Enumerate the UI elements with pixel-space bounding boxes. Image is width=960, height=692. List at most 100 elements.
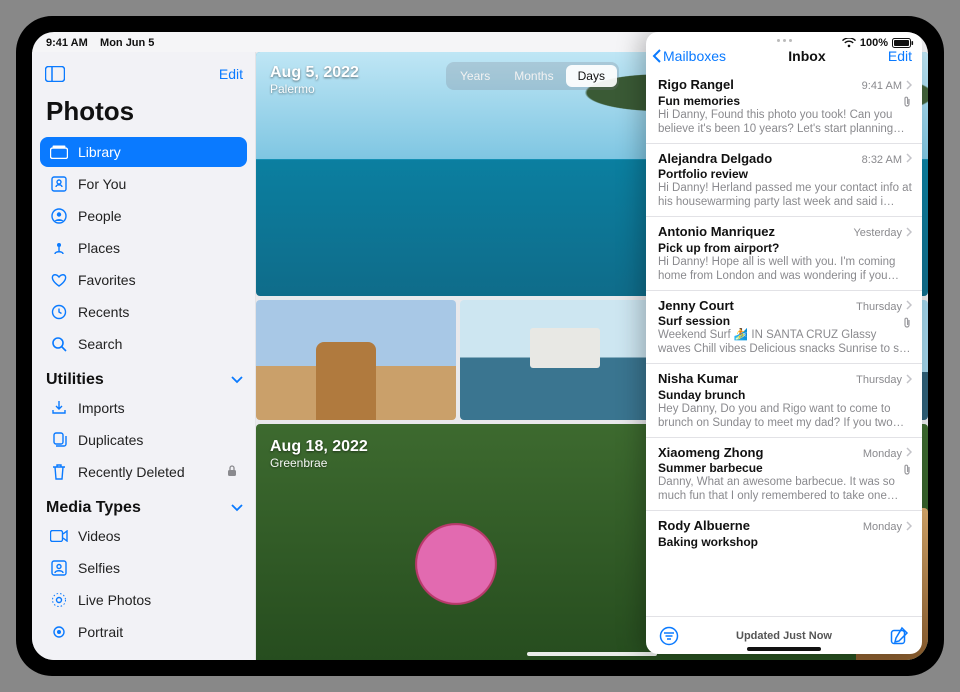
mail-subject: Baking workshop (658, 535, 912, 549)
mail-message[interactable]: Antonio Manriquez YesterdayPick up from a… (646, 216, 922, 290)
sidebar-item-label: People (78, 208, 122, 224)
ipad-frame: 9:41 AM Mon Jun 5 100% (16, 16, 944, 676)
sidebar-item-recently-deleted[interactable]: Recently Deleted (40, 457, 247, 487)
group-header: Aug 5, 2022 Palermo (256, 64, 359, 96)
mail-message[interactable]: Alejandra Delgado8:32 AMPortfolio review… (646, 143, 922, 217)
sidebar-item-label: Search (78, 336, 122, 352)
chevron-right-icon (906, 447, 912, 460)
sidebar-edit-button[interactable]: Edit (219, 66, 243, 82)
mail-subject: Sunday brunch (658, 388, 912, 402)
sidebar-item-selfies[interactable]: Selfies (40, 553, 247, 583)
sidebar-item-search[interactable]: Search (40, 329, 247, 359)
clock-icon (50, 303, 68, 321)
mail-from: Rody Albuerne (658, 518, 750, 533)
status-date: Mon Jun 5 (100, 37, 154, 49)
mail-subject: Portfolio review (658, 167, 912, 181)
attachment-icon (902, 317, 912, 332)
sidebar-item-imports[interactable]: Imports (40, 393, 247, 423)
sidebar-item-label: Portrait (78, 624, 123, 640)
mediatypes-header[interactable]: Media Types (32, 489, 255, 521)
people-icon (50, 207, 68, 225)
sidebar: Edit Photos Library For You People (32, 52, 256, 660)
utilities-header[interactable]: Utilities (32, 361, 255, 393)
mail-message[interactable]: Jenny CourtThursdaySurf sessionWeekend S… (646, 290, 922, 364)
library-icon (50, 143, 68, 161)
sidebar-title: Photos (32, 90, 255, 137)
compose-button[interactable] (888, 625, 910, 647)
mail-message[interactable]: Xiaomeng ZhongMondaySummer barbecueDanny… (646, 437, 922, 511)
group-location: Greenbrae (270, 456, 368, 470)
sidebar-item-people[interactable]: People (40, 201, 247, 231)
sidebar-item-label: Recently Deleted (78, 464, 185, 480)
home-indicator[interactable] (527, 652, 657, 656)
sidebar-item-duplicates[interactable]: Duplicates (40, 425, 247, 455)
search-icon (50, 335, 68, 353)
mail-subject: Summer barbecue (658, 461, 912, 475)
sidebar-item-label: Selfies (78, 560, 120, 576)
duplicate-icon (50, 431, 68, 449)
sidebar-item-for-you[interactable]: For You (40, 169, 247, 199)
attachment-icon (902, 464, 912, 479)
scope-months[interactable]: Months (502, 65, 565, 87)
mail-preview: Hey Danny, Do you and Rigo want to come … (658, 402, 912, 430)
mail-message[interactable]: Nisha KumarThursdaySunday brunchHey Dann… (646, 363, 922, 437)
sidebar-item-label: Places (78, 240, 120, 256)
mail-subject: Surf session (658, 314, 912, 328)
mail-preview: Danny, What an awesome barbecue. It was … (658, 475, 912, 503)
mail-from: Jenny Court (658, 298, 734, 313)
live-photo-icon (50, 591, 68, 609)
mail-from: Nisha Kumar (658, 371, 738, 386)
photo-tile[interactable] (460, 300, 660, 420)
sidebar-item-label: Imports (78, 400, 125, 416)
sidebar-main-list: Library For You People Places (32, 137, 255, 361)
mail-message[interactable]: Rody AlbuerneMondayBaking workshop (646, 510, 922, 556)
sidebar-item-library[interactable]: Library (40, 137, 247, 167)
sidebar-item-places[interactable]: Places (40, 233, 247, 263)
sidebar-item-live-photos[interactable]: Live Photos (40, 585, 247, 615)
for-you-icon (50, 175, 68, 193)
chevron-right-icon (906, 153, 912, 166)
selfie-icon (50, 559, 68, 577)
mail-from: Xiaomeng Zhong (658, 445, 763, 460)
group-header: Aug 18, 2022 Greenbrae (256, 438, 368, 470)
places-icon (50, 239, 68, 257)
scope-days[interactable]: Days (566, 65, 617, 87)
mail-message[interactable]: Rigo Rangel9:41 AMFun memoriesHi Danny, … (646, 70, 922, 143)
import-icon (50, 399, 68, 417)
scope-segmented-control[interactable]: Years Months Days (446, 62, 619, 90)
mail-preview: Hi Danny! Hope all is well with you. I'm… (658, 255, 912, 283)
chevron-right-icon (906, 80, 912, 93)
chevron-right-icon (906, 521, 912, 534)
lock-icon (227, 464, 237, 480)
status-right: 100% (842, 37, 914, 49)
mail-subject: Fun memories (658, 94, 912, 108)
mail-subject: Pick up from airport? (658, 241, 912, 255)
attachment-icon (902, 96, 912, 111)
sidebar-item-recents[interactable]: Recents (40, 297, 247, 327)
slideover-home-indicator[interactable] (747, 647, 821, 651)
scope-years[interactable]: Years (448, 65, 502, 87)
sidebar-toggle-button[interactable] (42, 62, 68, 86)
mail-preview: Weekend Surf 🏄 IN SANTA CRUZ Glassy wave… (658, 328, 912, 356)
mail-time: Yesterday (853, 227, 912, 240)
group-location: Palermo (270, 82, 359, 96)
mail-from: Antonio Manriquez (658, 224, 775, 239)
mail-message-list[interactable]: Rigo Rangel9:41 AMFun memoriesHi Danny, … (646, 70, 922, 616)
photo-tile[interactable] (256, 300, 456, 420)
mail-time: 8:32 AM (862, 153, 912, 166)
chevron-right-icon (906, 300, 912, 313)
mail-slideover[interactable]: Mailboxes Inbox Edit Rigo Rangel9:41 AMF… (646, 32, 922, 654)
video-icon (50, 527, 68, 545)
chevron-down-icon (231, 499, 243, 517)
sidebar-item-portrait[interactable]: Portrait (40, 617, 247, 647)
sidebar-item-label: For You (78, 176, 126, 192)
filter-button[interactable] (658, 625, 680, 647)
chevron-right-icon (906, 374, 912, 387)
sidebar-item-videos[interactable]: Videos (40, 521, 247, 551)
screen: 9:41 AM Mon Jun 5 100% (32, 32, 928, 660)
sidebar-item-favorites[interactable]: Favorites (40, 265, 247, 295)
battery-icon (892, 38, 914, 48)
mail-preview: Hi Danny, Found this photo you took! Can… (658, 108, 912, 136)
group-date: Aug 18, 2022 (270, 438, 368, 456)
status-time: 9:41 AM (46, 37, 88, 49)
